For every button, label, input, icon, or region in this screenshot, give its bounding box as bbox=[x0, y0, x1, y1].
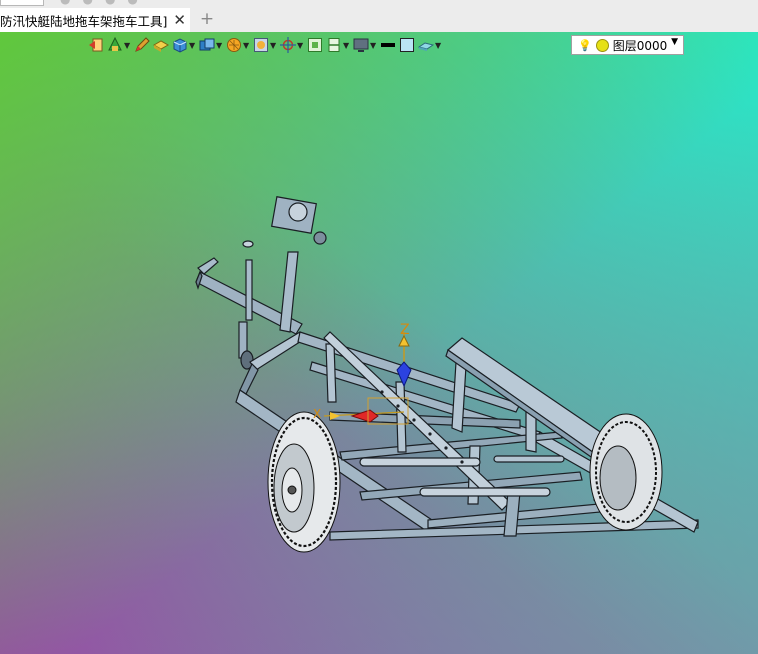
z-axis-label: Z bbox=[400, 322, 410, 338]
section-view-button[interactable]: ▼ bbox=[326, 35, 350, 55]
left-wheel bbox=[267, 411, 341, 553]
new-tab-button[interactable]: + bbox=[198, 8, 216, 32]
sketch-button[interactable] bbox=[134, 35, 150, 55]
chevron-down-icon[interactable]: ▼ bbox=[435, 41, 442, 50]
chevron-down-icon[interactable]: ▼ bbox=[243, 41, 250, 50]
quick-access-glyphs: ●●●● bbox=[60, 0, 150, 6]
exit-sketch-button[interactable] bbox=[88, 35, 104, 55]
pencil-icon bbox=[135, 37, 150, 52]
chevron-down-icon[interactable]: ▼ bbox=[671, 37, 678, 47]
document-tab[interactable]: 防汛快艇陆地拖车架拖车工具] ✕ bbox=[0, 8, 190, 32]
solid-button[interactable] bbox=[153, 35, 169, 55]
layer-color-icon[interactable] bbox=[595, 38, 609, 52]
fill-color-icon bbox=[400, 38, 414, 52]
layers-tree-button[interactable]: ▼ bbox=[107, 35, 131, 55]
box-button[interactable]: ▼ bbox=[172, 35, 196, 55]
layers-tree-icon bbox=[108, 37, 122, 51]
material-button[interactable]: ▼ bbox=[226, 35, 250, 55]
close-tab-icon[interactable]: ✕ bbox=[173, 11, 186, 29]
render-mode-button[interactable]: ▼ bbox=[199, 35, 223, 55]
render-frame-button[interactable]: ▼ bbox=[253, 35, 277, 55]
document-tab-bar: 防汛快艇陆地拖车架拖车工具] ✕ + bbox=[0, 8, 758, 32]
right-wheel bbox=[589, 413, 663, 531]
fill-color-button[interactable] bbox=[399, 35, 415, 55]
trailer-model[interactable]: Z X bbox=[0, 32, 758, 654]
render-frame-icon bbox=[254, 38, 268, 52]
3d-viewport[interactable]: ▼ ▼ ▼ ▼ ▼ ▼ ▼ ▼ ▼ 💡 图层0000 ▼ Z X bbox=[0, 32, 758, 654]
shaded-cube-icon bbox=[199, 38, 215, 51]
line-color-icon bbox=[381, 43, 395, 47]
lightbulb-icon[interactable]: 💡 bbox=[578, 39, 592, 52]
x-axis-label: X bbox=[313, 407, 321, 421]
previous-tab-stub[interactable] bbox=[0, 0, 44, 6]
chevron-down-icon[interactable]: ▼ bbox=[124, 41, 131, 50]
chevron-down-icon[interactable]: ▼ bbox=[189, 41, 196, 50]
view-toolbar: ▼ ▼ ▼ ▼ ▼ ▼ ▼ ▼ ▼ bbox=[88, 34, 445, 56]
plane-icon bbox=[418, 42, 434, 51]
work-plane-button[interactable]: ▼ bbox=[418, 35, 442, 55]
display-button[interactable]: ▼ bbox=[353, 35, 377, 55]
fit-view-button[interactable] bbox=[307, 35, 323, 55]
exit-sketch-icon bbox=[89, 38, 103, 52]
chevron-down-icon[interactable]: ▼ bbox=[270, 41, 277, 50]
fit-view-icon bbox=[308, 38, 322, 52]
title-strip: ●●●● bbox=[0, 0, 758, 8]
box-icon bbox=[173, 38, 187, 53]
snap-button[interactable]: ▼ bbox=[280, 35, 304, 55]
solid-cube-icon bbox=[153, 40, 169, 52]
layer-name: 图层0000 bbox=[612, 38, 668, 53]
chevron-down-icon[interactable]: ▼ bbox=[216, 41, 223, 50]
document-tab-title: 防汛快艇陆地拖车架拖车工具] bbox=[0, 13, 168, 29]
layer-selector[interactable]: 💡 图层0000 ▼ bbox=[571, 35, 684, 55]
orange-sphere-icon bbox=[227, 38, 241, 52]
chevron-down-icon[interactable]: ▼ bbox=[343, 41, 350, 50]
crosshair-icon bbox=[280, 37, 296, 53]
chevron-down-icon[interactable]: ▼ bbox=[297, 41, 304, 50]
chevron-down-icon[interactable]: ▼ bbox=[370, 41, 377, 50]
section-view-icon bbox=[328, 38, 340, 52]
line-color-button[interactable] bbox=[380, 35, 396, 55]
monitor-icon bbox=[353, 38, 369, 52]
